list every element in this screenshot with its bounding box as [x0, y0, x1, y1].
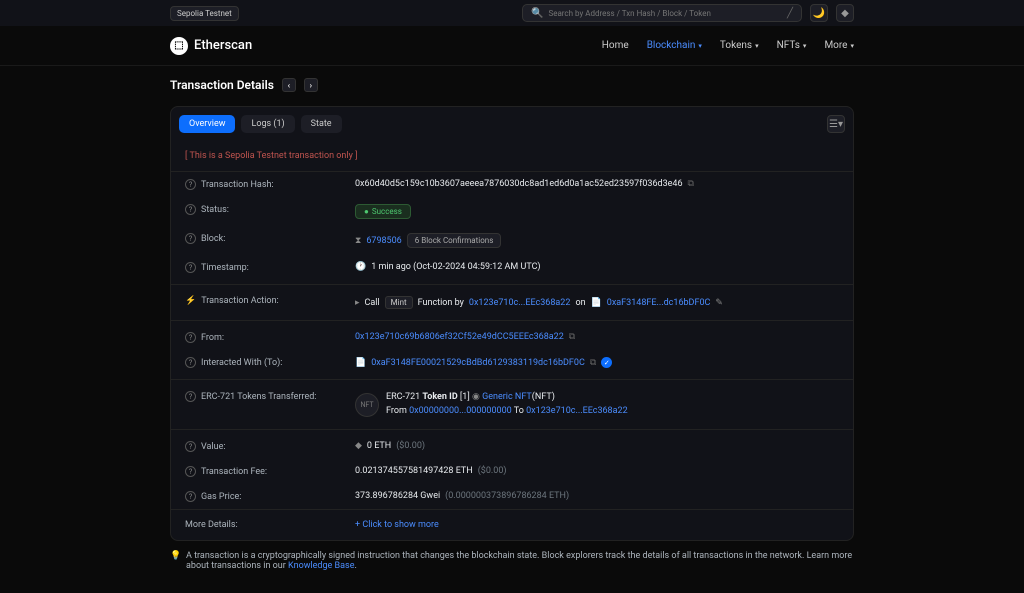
to-address-link[interactable]: 0xaF3148FE00021529cBdBd6129383119dc16bDF…: [371, 358, 585, 368]
tab-logs[interactable]: Logs (1): [241, 115, 294, 133]
contract-icon: 📄: [591, 298, 602, 308]
status-badge: ●Success: [355, 204, 411, 219]
logo-icon: ⬚: [170, 37, 188, 55]
menu-toggle[interactable]: ☰▾: [827, 115, 845, 133]
testnet-notice: [ This is a Sepolia Testnet transaction …: [171, 141, 853, 172]
help-icon[interactable]: ?: [185, 466, 196, 477]
action-to-link[interactable]: 0xaF3148FE...dc16bDF0C: [607, 298, 711, 308]
nav-tokens[interactable]: Tokens▾: [720, 40, 759, 51]
tx-fee-value: 0.021374557581497428 ETH: [355, 466, 473, 476]
verified-icon: ✓: [601, 357, 612, 368]
value-eth: 0 ETH: [367, 441, 391, 451]
help-icon[interactable]: ?: [185, 391, 196, 402]
help-icon[interactable]: ?: [185, 179, 196, 190]
search-icon: 🔍: [531, 8, 543, 19]
lightbulb-icon: 💡: [170, 551, 181, 562]
search-box[interactable]: 🔍 ╱: [522, 4, 802, 22]
block-link[interactable]: 6798506: [366, 236, 401, 246]
eth-icon: ◆: [355, 441, 362, 451]
copy-to-icon[interactable]: ⧉: [590, 358, 596, 368]
help-icon[interactable]: ?: [185, 357, 196, 368]
from-address-link[interactable]: 0x123e710c69b6806ef32Cf52e49dCC5EEEc368a…: [355, 332, 564, 342]
prev-tx-button[interactable]: ‹: [282, 78, 296, 92]
edit-icon[interactable]: ✎: [715, 298, 723, 308]
nft-from-link[interactable]: 0x00000000...000000000: [409, 406, 512, 416]
tx-hash-value: 0x60d40d5c159c10b3607aeeea7876030dc8ad1e…: [355, 179, 683, 189]
nav-home[interactable]: Home: [602, 40, 629, 51]
eth-network-icon[interactable]: ◆: [836, 4, 854, 22]
next-tx-button[interactable]: ›: [304, 78, 318, 92]
tab-state[interactable]: State: [301, 115, 342, 133]
clock-icon: 🕐: [355, 262, 366, 272]
testnet-badge[interactable]: Sepolia Testnet: [170, 6, 239, 21]
nft-to-link[interactable]: 0x123e710c...EEc368a22: [526, 406, 628, 416]
timestamp-value: 1 min ago (Oct-02-2024 04:59:12 AM UTC): [371, 262, 540, 272]
action-from-link[interactable]: 0x123e710c...EEc368a22: [469, 298, 571, 308]
bolt-icon: ⚡: [185, 296, 196, 306]
filter-icon[interactable]: ╱: [787, 8, 793, 19]
theme-toggle[interactable]: 🌙: [810, 4, 828, 22]
search-input[interactable]: [548, 9, 782, 18]
help-icon[interactable]: ?: [185, 233, 196, 244]
nft-link[interactable]: Generic NFT: [482, 392, 532, 402]
help-icon[interactable]: ?: [185, 441, 196, 452]
nft-icon: NFT: [355, 393, 379, 417]
contract-icon: 📄: [355, 358, 366, 368]
help-icon[interactable]: ?: [185, 332, 196, 343]
help-icon[interactable]: ?: [185, 262, 196, 273]
copy-from-icon[interactable]: ⧉: [569, 332, 575, 342]
show-more-button[interactable]: + Click to show more: [355, 520, 439, 530]
gas-price-value: 373.896786284 Gwei: [355, 491, 440, 501]
nav-more[interactable]: More▾: [824, 40, 854, 51]
hourglass-icon: ⧗: [355, 236, 361, 246]
copy-hash-icon[interactable]: ⧉: [688, 179, 694, 189]
nav-blockchain[interactable]: Blockchain▾: [647, 40, 702, 51]
confirmations-pill: 6 Block Confirmations: [407, 233, 502, 248]
knowledge-base-link[interactable]: Knowledge Base: [288, 561, 354, 571]
logo[interactable]: ⬚ Etherscan: [170, 37, 252, 55]
help-icon[interactable]: ?: [185, 491, 196, 502]
nav-nfts[interactable]: NFTs▾: [777, 40, 807, 51]
tab-overview[interactable]: Overview: [179, 115, 235, 133]
mint-pill: Mint: [385, 296, 413, 309]
page-title: Transaction Details: [170, 78, 274, 92]
help-icon[interactable]: ?: [185, 204, 196, 215]
